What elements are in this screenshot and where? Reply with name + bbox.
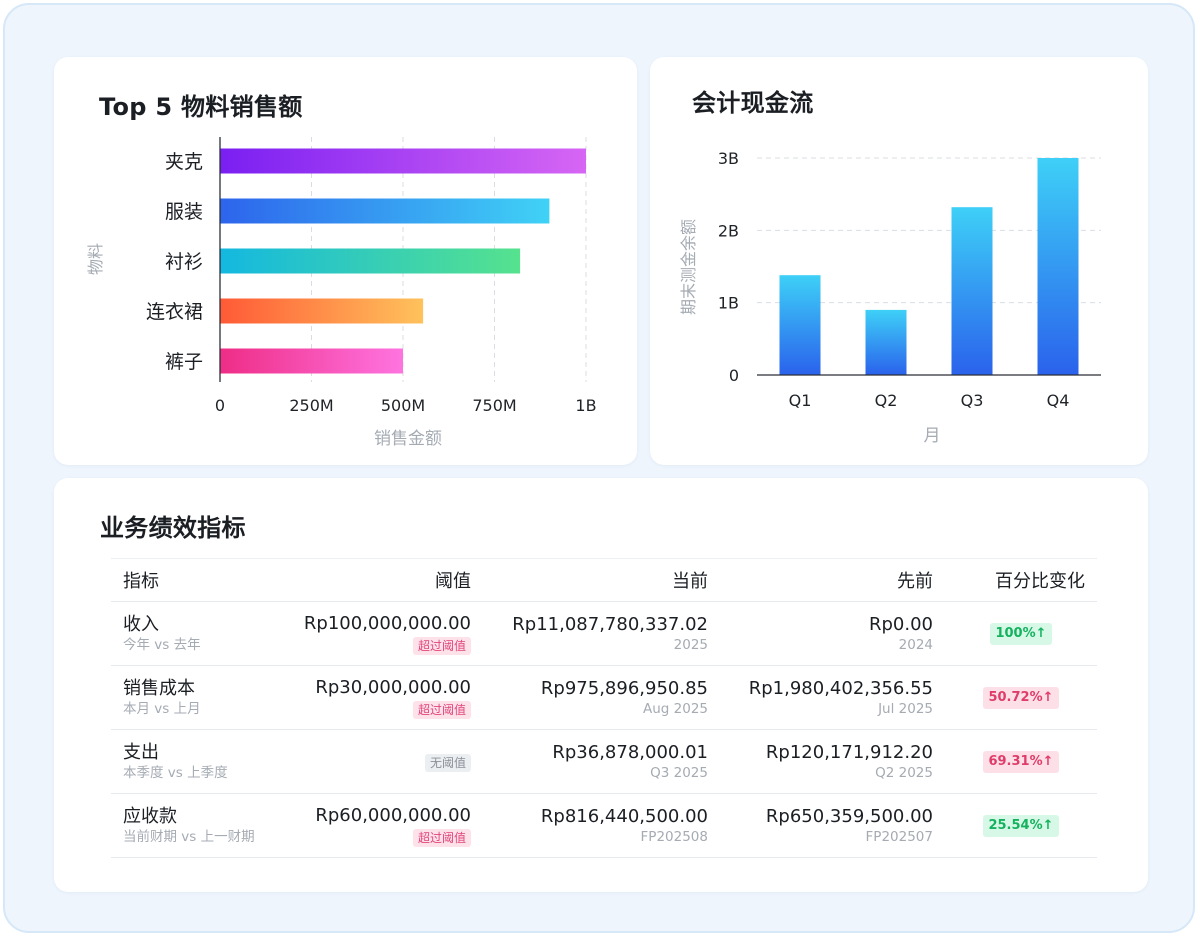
current-value: Rp11,087,780,337.02 [512,613,708,635]
kpi-table: 指标 阈值 当前 先前 百分比变化 收入 今年 vs 去年 Rp100,000,0… [111,558,1097,858]
cash-category-label: Q2 [875,391,898,410]
cash-bar [951,207,993,375]
no-threshold-badge: 无阈值 [424,753,471,772]
metric-name: 销售成本 [123,677,195,699]
sales-chart-card: Top 5 物料销售额 夹克 服装 衬衫 连衣裙 裤子 0 250M 500M 750M 1B … [54,57,637,465]
cashflow-chart: 0 1B 2B 3B Q1 Q2 Q3 Q4 月 期末测金余额 [679,149,1101,446]
sales-x-axis-label: 销售金额 [374,429,442,449]
metric-period: 本季度 vs 上季度 [123,764,228,781]
sales-category-label: 连衣裙 [146,301,203,323]
threshold-value: Rp30,000,000.00 [315,676,471,698]
sales-bar [220,248,521,274]
metric-name: 收入 [123,613,159,635]
col-header-change[interactable]: 百分比变化 [945,558,1097,602]
threshold-value: Rp60,000,000.00 [315,804,471,826]
previous-value: Rp0.00 [868,613,933,635]
kpi-title: 业务绩效指标 [100,514,246,542]
cash-category-label: Q1 [789,391,812,410]
cash-bar [1037,158,1079,375]
change-badge: 69.31%↑ [983,751,1059,773]
cash-y-tick-label: 1B [718,294,739,313]
metric-name: 支出 [123,741,159,763]
sales-x-tick-label: 0 [215,396,225,415]
sales-category-label: 夹克 [165,151,203,173]
previous-value: Rp120,171,912.20 [765,741,933,763]
sales-y-axis-label: 物料 [86,243,105,275]
current-value: Rp975,896,950.85 [540,677,708,699]
current-period: 2025 [673,636,708,653]
kpi-card: 业务绩效指标 指标 阈值 当前 先前 百分比变化 收入 今年 vs 去年 Rp10… [54,478,1148,892]
current-period: Aug 2025 [642,700,708,717]
cash-x-axis-label: 月 [924,426,941,446]
sales-x-tick-label: 500M [381,396,425,415]
col-header-threshold[interactable]: 阈值 [281,558,483,602]
table-row[interactable]: 收入 今年 vs 去年 Rp100,000,000.00 超过阈值 Rp11,087… [111,601,1097,666]
col-header-metric[interactable]: 指标 [111,558,281,602]
change-badge: 50.72%↑ [983,687,1059,709]
cash-category-label: Q4 [1047,391,1070,410]
sales-x-tick-label: 250M [289,396,333,415]
previous-value: Rp1,980,402,356.55 [748,677,933,699]
change-badge: 25.54%↑ [983,815,1059,837]
threshold-exceeded-badge: 超过阈值 [412,828,471,847]
cashflow-chart-card: 会计现金流 0 1B 2B 3B Q1 Q2 Q3 Q4 月 期末测金余额 [650,57,1148,465]
kpi-header-row: 指标 阈值 当前 先前 百分比变化 [111,558,1097,602]
metric-period: 当前财期 vs 上一财期 [123,828,255,845]
table-row[interactable]: 应收款 当前财期 vs 上一财期 Rp60,000,000.00 超过阈值 Rp81… [111,793,1097,858]
dashboard-frame: Top 5 物料销售额 夹克 服装 衬衫 连衣裙 裤子 0 250M 500M 750M 1B … [3,3,1195,933]
previous-period: Jul 2025 [878,700,933,717]
sales-bar [220,148,586,174]
cash-y-tick-label: 3B [718,149,739,168]
cash-category-label: Q3 [961,391,984,410]
previous-period: Q2 2025 [875,764,933,781]
current-value: Rp36,878,000.01 [552,741,708,763]
table-row[interactable]: 销售成本 本月 vs 上月 Rp30,000,000.00 超过阈值 Rp975,8… [111,665,1097,730]
sales-chart: 夹克服装衬衫连衣裙裤子 0 250M 500M 750M 1B 销售金额 物料 [86,137,597,449]
previous-period: 2024 [898,636,933,653]
table-row[interactable]: 支出 本季度 vs 上季度 无阈值 Rp36,878,000.01 Q3 2025 … [111,729,1097,794]
col-header-current[interactable]: 当前 [483,558,720,602]
sales-x-tick-label: 750M [472,396,516,415]
metric-period: 今年 vs 去年 [123,636,201,653]
sales-bar [220,348,403,374]
current-period: FP202508 [640,828,708,845]
cash-y-axis-label: 期末测金余额 [679,219,698,315]
current-value: Rp816,440,500.00 [540,805,708,827]
sales-category-label: 裤子 [165,351,203,373]
current-period: Q3 2025 [650,764,708,781]
cash-y-tick-label: 2B [718,221,739,240]
sales-category-label: 衬衫 [165,251,203,273]
threshold-value: Rp100,000,000.00 [303,612,471,634]
sales-x-tick-label: 1B [575,396,596,415]
change-badge: 100%↑ [990,623,1052,645]
cash-bar [779,275,821,375]
sales-category-label: 服装 [165,201,203,223]
metric-period: 本月 vs 上月 [123,700,201,717]
cash-y-tick-label: 0 [729,366,739,385]
metric-name: 应收款 [123,805,177,827]
threshold-exceeded-badge: 超过阈值 [412,700,471,719]
previous-period: FP202507 [865,828,933,845]
sales-bar [220,198,550,224]
threshold-exceeded-badge: 超过阈值 [412,636,471,655]
sales-bar [220,298,424,324]
previous-value: Rp650,359,500.00 [765,805,933,827]
col-header-previous[interactable]: 先前 [720,558,945,602]
cash-bar [865,309,907,375]
